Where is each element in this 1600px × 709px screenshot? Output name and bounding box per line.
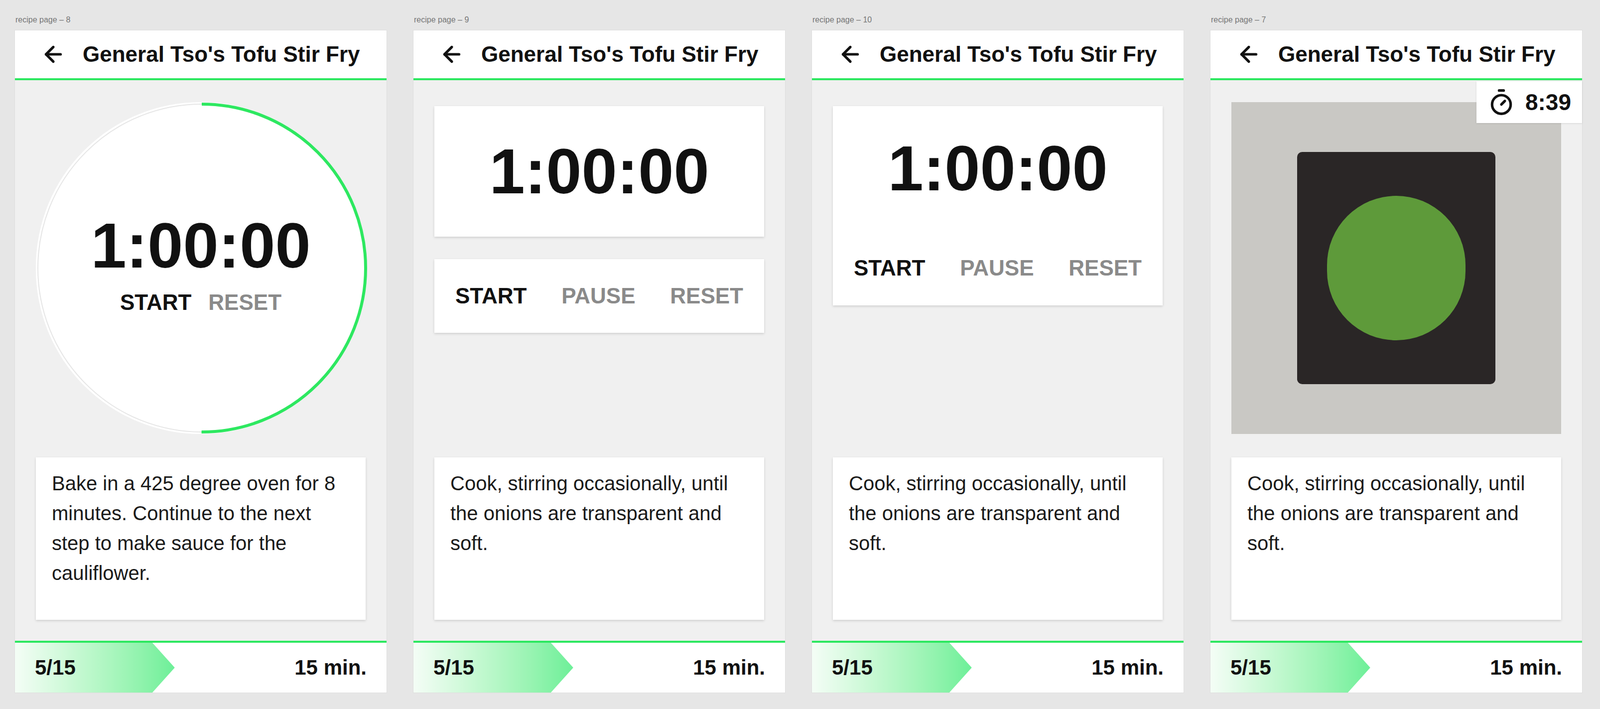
step-counter: 5/15: [413, 657, 475, 678]
timer-control-button[interactable]: START: [120, 287, 192, 318]
step-text: Cook, stirring occasionally, until the o…: [450, 468, 749, 558]
step-text: Cook, stirring occasionally, until the o…: [1247, 468, 1546, 558]
recipe-title: General Tso's Tofu Stir Fry: [879, 41, 1158, 68]
timer-control-button[interactable]: PAUSE: [561, 280, 636, 311]
timer-badge[interactable]: 8:39: [1476, 81, 1583, 124]
timer-card: 1:00:00: [434, 106, 765, 237]
recipe-title: General Tso's Tofu Stir Fry: [82, 41, 361, 68]
step-card: Cook, stirring occasionally, until the o…: [832, 457, 1163, 620]
back-arrow-icon[interactable]: [837, 41, 863, 67]
recipe-page: recipe page – 7 General Tso's Tofu Stir F…: [1209, 14, 1583, 709]
progress-arrow: 5/15: [1210, 642, 1371, 693]
phone-frame: General Tso's Tofu Stir Fry 1:00:00 START R…: [14, 29, 388, 693]
progress-arrow: 5/15: [811, 642, 972, 693]
step-counter: 5/15: [14, 657, 76, 678]
header: General Tso's Tofu Stir Fry: [14, 30, 387, 81]
badge-time: 8:39: [1525, 90, 1572, 114]
phone-frame: General Tso's Tofu Stir Fry Cook, stirrin…: [1209, 29, 1583, 693]
timer-display: 1:00:00: [887, 136, 1108, 201]
step-card: Bake in a 425 degree oven for 8 minutes.…: [35, 457, 366, 620]
timer-control-button[interactable]: RESET: [208, 287, 282, 318]
recipe-page: recipe page – 10 General Tso's Tofu Stir …: [811, 14, 1185, 709]
step-card: Cook, stirring occasionally, until the o…: [1231, 457, 1562, 620]
step-body: Cook, stirring occasionally, until the o…: [1210, 80, 1583, 641]
timer-display: 1:00:00: [90, 213, 311, 278]
timer-controls: START PAUSE RESET: [832, 253, 1163, 283]
timer-control-button[interactable]: START: [853, 253, 926, 283]
recipe-page: recipe page – 8 General Tso's Tofu Stir F…: [14, 14, 388, 709]
dish-photo: [1231, 102, 1562, 434]
footer: 5/15 15 min.: [14, 640, 387, 693]
step-body: 1:00:00 START RESET Bake in a 425 degree ov…: [14, 80, 387, 641]
phone-frame: General Tso's Tofu Stir Fry 1:00:00 START P…: [412, 29, 786, 693]
canvas: recipe page – 8 General Tso's Tofu Stir F…: [0, 0, 1600, 709]
header: General Tso's Tofu Stir Fry: [811, 30, 1184, 81]
back-arrow-icon[interactable]: [40, 41, 66, 67]
timer-control-button[interactable]: RESET: [669, 280, 744, 311]
progress-arrow: 5/15: [413, 642, 574, 693]
step-counter: 5/15: [811, 657, 873, 678]
step-body: 1:00:00 START PAUSE RESET Cook, stirring occ…: [811, 80, 1184, 641]
progress-arrow: 5/15: [14, 642, 175, 693]
footer: 5/15 15 min.: [1210, 640, 1583, 693]
timer-controls: START PAUSE RESET: [434, 280, 765, 311]
back-arrow-icon[interactable]: [439, 41, 465, 67]
timer-display: 1:00:00: [489, 139, 709, 204]
controls-card: START PAUSE RESET: [434, 259, 765, 333]
back-arrow-icon[interactable]: [1236, 41, 1262, 67]
step-counter: 5/15: [1210, 657, 1272, 678]
timer-control-button[interactable]: START: [455, 280, 527, 311]
footer: 5/15 15 min.: [413, 640, 786, 693]
footer: 5/15 15 min.: [811, 640, 1184, 693]
timer-control-button[interactable]: PAUSE: [959, 253, 1034, 283]
timer-controls: START RESET: [120, 287, 282, 318]
step-text: Bake in a 425 degree oven for 8 minutes.…: [51, 468, 350, 588]
step-text: Cook, stirring occasionally, until the o…: [848, 468, 1147, 558]
duration: 15 min.: [1489, 657, 1583, 678]
header: General Tso's Tofu Stir Fry: [1210, 30, 1583, 81]
page-label: recipe page – 7: [1209, 14, 1583, 25]
stopwatch-icon: [1487, 88, 1516, 117]
page-label: recipe page – 9: [412, 14, 786, 25]
duration: 15 min.: [692, 657, 786, 678]
recipe-page: recipe page – 9 General Tso's Tofu Stir F…: [412, 14, 786, 709]
phone-frame: General Tso's Tofu Stir Fry 1:00:00 START P…: [811, 29, 1185, 693]
recipe-title: General Tso's Tofu Stir Fry: [481, 41, 759, 68]
duration: 15 min.: [294, 657, 387, 678]
timer-control-button[interactable]: RESET: [1068, 253, 1142, 283]
page-label: recipe page – 10: [811, 14, 1185, 25]
header: General Tso's Tofu Stir Fry: [413, 30, 786, 81]
page-label: recipe page – 8: [14, 14, 388, 25]
step-body: 1:00:00 START PAUSE RESET Cook, stirring occ…: [413, 80, 786, 641]
circle-timer: 1:00:00 START RESET: [35, 102, 366, 434]
timer-card: 1:00:00 START PAUSE RESET: [832, 106, 1163, 306]
duration: 15 min.: [1091, 657, 1184, 678]
recipe-title: General Tso's Tofu Stir Fry: [1278, 41, 1556, 68]
step-card: Cook, stirring occasionally, until the o…: [434, 457, 765, 620]
